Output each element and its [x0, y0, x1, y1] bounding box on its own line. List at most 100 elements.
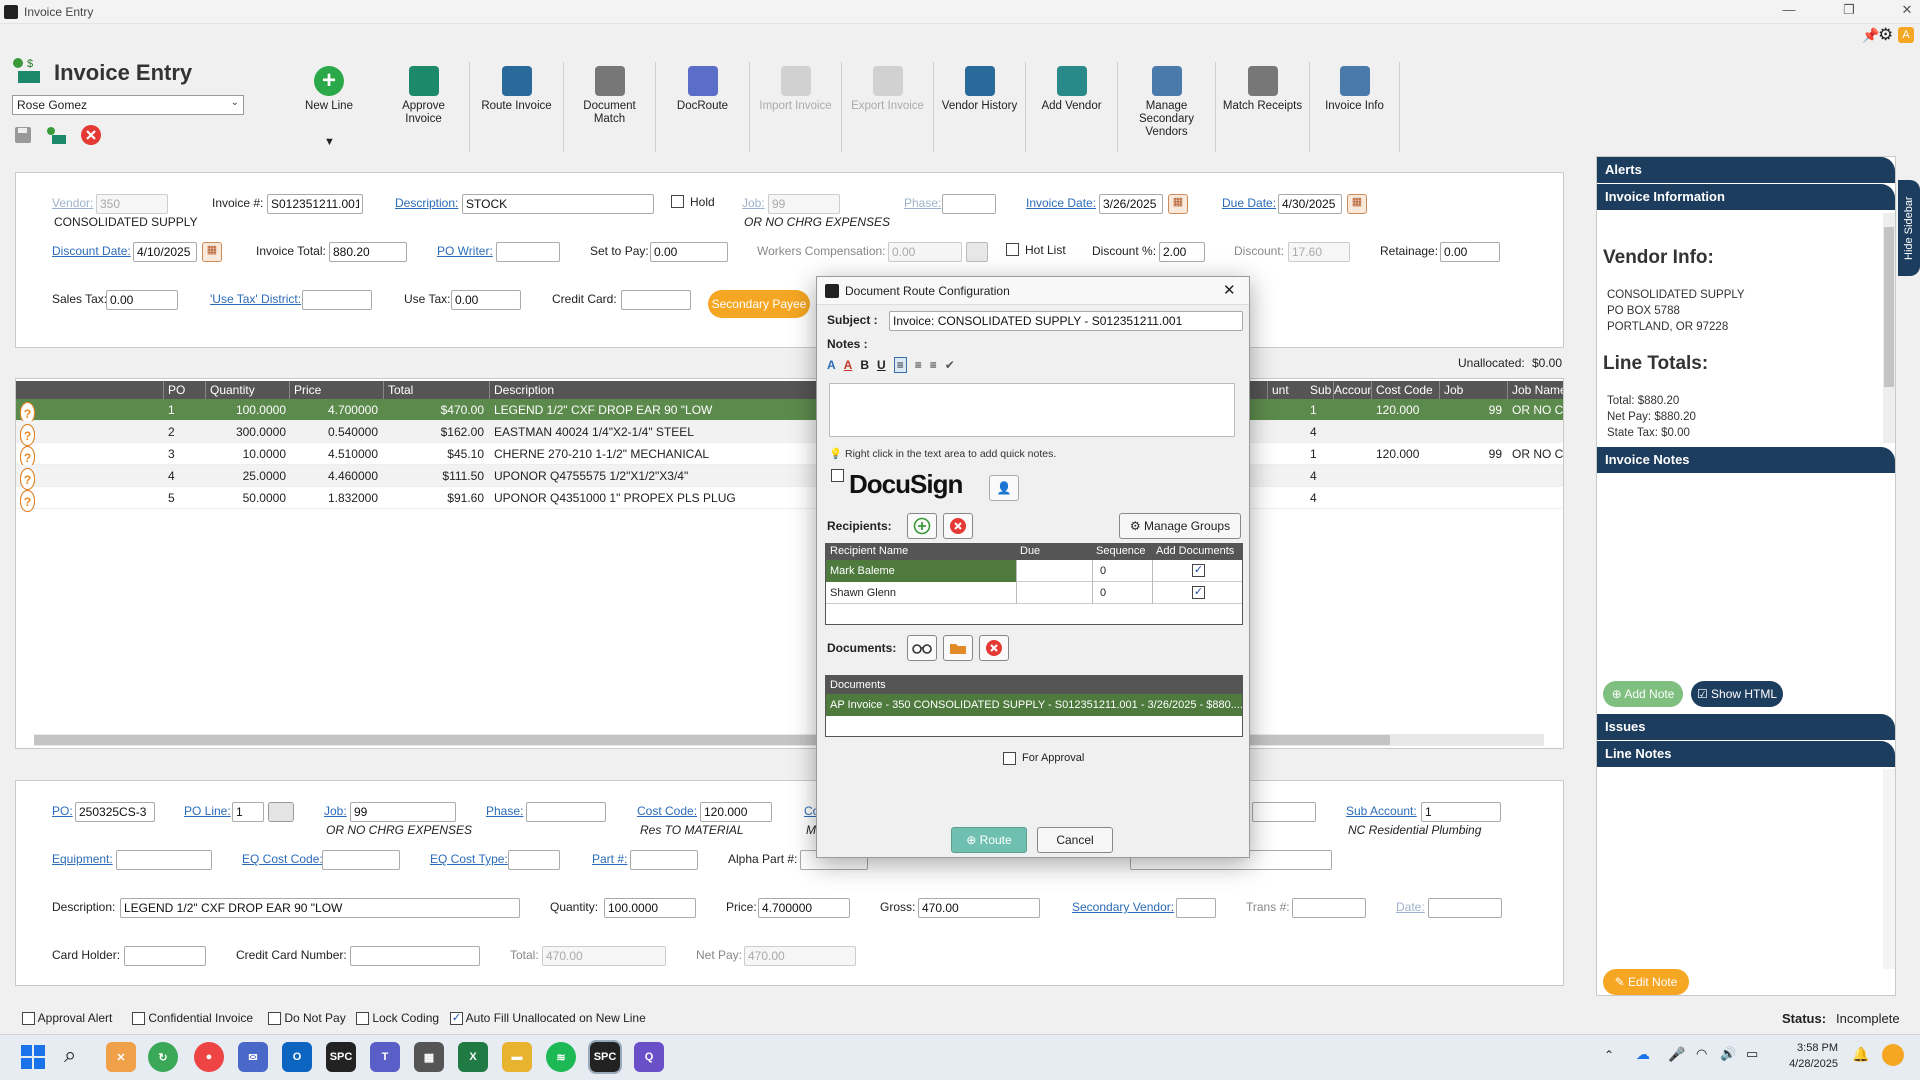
hot-list-checkbox[interactable] — [1006, 243, 1019, 256]
cell-sub[interactable]: 4 — [1310, 465, 1350, 487]
toolbar-button-secondary-vendors[interactable]: Manage Secondary Vendors — [1118, 62, 1216, 152]
cell-qty[interactable]: 10.0000 — [206, 443, 286, 465]
line-notes-header[interactable]: Line Notes — [1597, 741, 1895, 767]
invoice-small-icon[interactable] — [46, 124, 68, 146]
line-notes-scrollbar[interactable] — [1883, 769, 1895, 969]
discount-field[interactable] — [1288, 242, 1350, 262]
for-approval-checkbox[interactable] — [1003, 752, 1016, 765]
cell-line[interactable]: 5 — [168, 487, 208, 509]
file-explorer-icon[interactable]: ▬ — [502, 1042, 532, 1072]
align-right-icon[interactable]: ≡ — [930, 358, 937, 372]
user-select[interactable]: Rose Gomez ⌄ — [12, 95, 244, 115]
credit-card-field[interactable] — [621, 290, 691, 310]
equipment-field[interactable] — [116, 850, 212, 870]
eq-cost-type-field[interactable] — [508, 850, 560, 870]
excel-icon[interactable]: X — [458, 1042, 488, 1072]
cell-total[interactable]: $45.10 — [384, 443, 484, 465]
workers-comp-picker-icon[interactable] — [966, 242, 988, 262]
due-date-calendar-icon[interactable]: ▦ — [1347, 194, 1367, 214]
taskbar-app-icon[interactable]: ✉ — [238, 1042, 268, 1072]
teams-icon[interactable]: T — [370, 1042, 400, 1072]
trans-field[interactable] — [1292, 898, 1366, 918]
issues-header[interactable]: Issues — [1597, 714, 1895, 740]
taskbar-app-icon[interactable]: ↻ — [148, 1042, 178, 1072]
cost-code-field[interactable] — [700, 802, 772, 822]
recipient-sequence[interactable]: 0 — [1100, 587, 1106, 599]
cell-cost[interactable] — [1376, 487, 1436, 509]
po-writer-field[interactable] — [496, 242, 560, 262]
col-job[interactable]: Job — [1440, 381, 1508, 399]
gear-icon[interactable]: ⚙ — [1878, 25, 1893, 45]
pin-icon[interactable]: 📌 — [1862, 27, 1879, 44]
subject-field[interactable] — [889, 311, 1243, 331]
underline-icon[interactable]: U — [877, 358, 886, 372]
detail-phase-field[interactable] — [526, 802, 606, 822]
cell-job[interactable] — [1440, 465, 1502, 487]
onedrive-icon[interactable]: ☁ — [1636, 1046, 1650, 1063]
detail-job-field[interactable] — [350, 802, 456, 822]
show-html-toggle[interactable]: ☑ Show HTML — [1691, 681, 1783, 707]
footer-check-2[interactable]: Do Not Pay — [268, 1011, 346, 1026]
toolbar-button-vendor-history[interactable]: Vendor History — [934, 62, 1026, 152]
col-recipient-name[interactable]: Recipient Name — [830, 545, 908, 557]
po-field[interactable] — [75, 802, 155, 822]
sales-tax-field[interactable] — [106, 290, 178, 310]
use-tax-district-label[interactable]: 'Use Tax' District: — [210, 292, 301, 306]
invoice-number-field[interactable] — [267, 194, 363, 214]
detail-phase-label[interactable]: Phase: — [486, 804, 523, 818]
discount-date-label[interactable]: Discount Date: — [52, 244, 131, 258]
tray-chevron-up-icon[interactable]: ⌃ — [1604, 1048, 1614, 1062]
po-writer-label[interactable]: PO Writer: — [437, 244, 493, 258]
docusign-checkbox[interactable] — [831, 469, 844, 482]
spellcheck-icon[interactable]: ✔ — [945, 358, 955, 372]
footer-checkbox[interactable] — [22, 1012, 35, 1026]
detail-job-label[interactable]: Job: — [324, 804, 347, 818]
col-documents[interactable]: Documents — [826, 676, 1242, 694]
description-label[interactable]: Description: — [395, 196, 458, 210]
invoice-total-field[interactable] — [329, 242, 407, 262]
cell-job[interactable]: 99 — [1440, 443, 1502, 465]
save-icon[interactable] — [12, 124, 34, 146]
chrome-icon[interactable]: ● — [194, 1042, 224, 1072]
footer-checkbox[interactable] — [268, 1012, 281, 1026]
copilot-icon[interactable] — [1882, 1044, 1904, 1066]
po-line-lookup-icon[interactable] — [268, 802, 294, 822]
cell-line[interactable]: 3 — [168, 443, 208, 465]
footer-checkbox[interactable] — [450, 1012, 463, 1026]
po-line-label[interactable]: PO Line: — [184, 804, 231, 818]
cost-code-label[interactable]: Cost Code: — [637, 804, 697, 818]
view-document-button[interactable] — [907, 635, 937, 661]
invoice-date-field[interactable] — [1099, 194, 1163, 214]
spotify-icon[interactable]: ≋ — [546, 1042, 576, 1072]
recipient-row[interactable]: Shawn Glenn 0 — [826, 582, 1242, 604]
part-number-label[interactable]: Part #: — [592, 852, 627, 866]
recipient-add-docs-checkbox[interactable] — [1192, 586, 1205, 599]
po-label[interactable]: PO: — [52, 804, 73, 818]
description-field[interactable] — [462, 194, 654, 214]
search-icon[interactable]: ⌕ — [64, 1042, 76, 1068]
cell-price[interactable]: 4.510000 — [290, 443, 378, 465]
invoice-information-header[interactable]: Invoice Information — [1597, 184, 1895, 210]
discount-date-field[interactable] — [133, 242, 197, 262]
cell-sub[interactable]: 1 — [1310, 443, 1350, 465]
col-due[interactable]: Due — [1020, 545, 1040, 557]
spc-app-icon[interactable]: SPC — [326, 1042, 356, 1072]
cell-cost[interactable] — [1376, 465, 1436, 487]
toolbar-button-document-match[interactable]: Document Match — [564, 62, 656, 152]
secondary-payee-button[interactable]: Secondary Payee — [708, 290, 810, 318]
info-scrollbar[interactable] — [1883, 213, 1895, 443]
table-row[interactable]: +↻⚙$✕?425.00004.460000$111.50UPONOR Q475… — [16, 465, 1563, 490]
sub-account-field[interactable] — [1421, 802, 1501, 822]
cell-line[interactable]: 4 — [168, 465, 208, 487]
cell-total[interactable]: $91.60 — [384, 487, 484, 509]
cell-job_name[interactable] — [1512, 421, 1563, 443]
cell-line[interactable]: 2 — [168, 421, 208, 443]
cell-qty[interactable]: 25.0000 — [206, 465, 286, 487]
cell-job_name[interactable]: OR NO CHRG — [1512, 399, 1563, 421]
table-row[interactable]: +↻⚙$✕?550.00001.832000$91.60UPONOR Q4351… — [16, 487, 1563, 512]
cell-sub[interactable]: 4 — [1310, 421, 1350, 443]
toolbar-button-export-invoice[interactable]: Export Invoice — [842, 62, 934, 152]
col-total[interactable]: Total — [384, 381, 490, 399]
card-holder-field[interactable] — [124, 946, 206, 966]
edit-note-button[interactable]: ✎ Edit Note — [1603, 969, 1689, 995]
